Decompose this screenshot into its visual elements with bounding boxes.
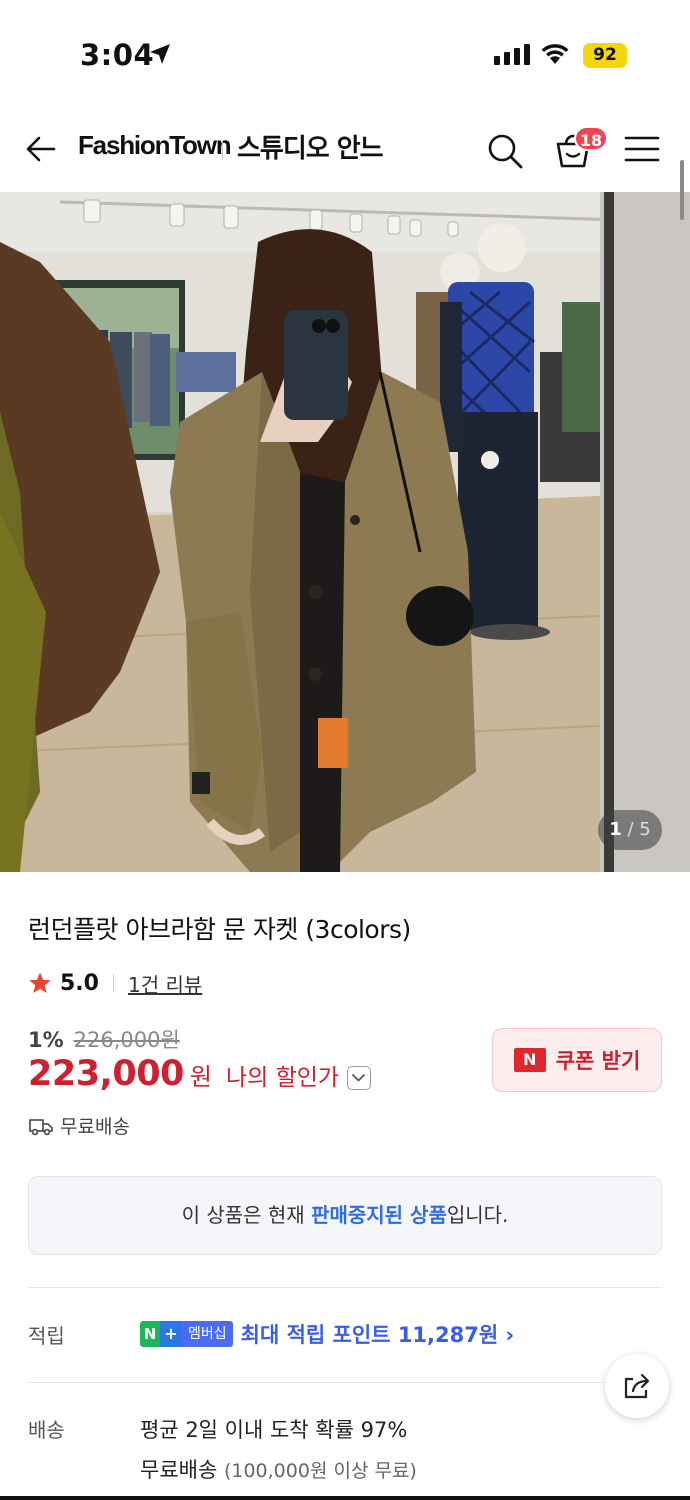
- rating-divider: [112, 974, 114, 992]
- my-discount-toggle[interactable]: [347, 1066, 372, 1090]
- sale-price: 223,000: [28, 1054, 184, 1094]
- cart-count-badge: 18: [574, 126, 608, 151]
- star-icon: [29, 972, 51, 993]
- notice-highlight: 판매중지된 상품: [311, 1203, 447, 1227]
- review-count-link[interactable]: 1건 리뷰: [128, 969, 202, 998]
- discount-line: 1% 226,000원: [28, 1024, 180, 1054]
- cellular-signal-icon: [494, 44, 530, 65]
- rating-summary: 5.0 1건 리뷰: [28, 968, 202, 998]
- max-points-text[interactable]: 최대 적립 포인트 11,287원 ›: [241, 1319, 515, 1349]
- points-info[interactable]: N + 멤버십 최대 적립 포인트 11,287원 ›: [140, 1319, 514, 1349]
- product-image-carousel[interactable]: [0, 192, 690, 872]
- back-arrow-icon[interactable]: [24, 132, 58, 166]
- image-total-count: 5: [639, 819, 651, 840]
- product-title: 런던플랏 아브라함 문 자켓 (3colors): [28, 915, 411, 944]
- original-price: 226,000원: [73, 1028, 180, 1052]
- hamburger-menu-icon[interactable]: [624, 134, 660, 164]
- wifi-icon: [541, 44, 569, 64]
- product-photo: [0, 192, 690, 872]
- top-navigation-bar: FashionTown 스튜디오 안느 18: [0, 110, 690, 192]
- page-scroll-indicator[interactable]: [680, 160, 684, 220]
- points-row-label: 적립: [28, 1324, 65, 1348]
- membership-badge: 멤버십: [182, 1321, 233, 1347]
- coupon-download-button[interactable]: N 쿠폰 받기: [492, 1028, 662, 1092]
- coupon-button-label: 쿠폰 받기: [555, 1049, 641, 1073]
- image-current-index: 1: [609, 819, 622, 840]
- shipping-text: 무료배송: [60, 1116, 130, 1138]
- currency-unit: 원: [189, 1063, 213, 1091]
- image-page-counter: 1 / 5: [598, 810, 662, 850]
- bottom-edge-line: [0, 1496, 690, 1500]
- discount-rate: 1%: [28, 1028, 64, 1052]
- plus-badge: +: [160, 1321, 182, 1347]
- price-line: 223,000 원 나의 할인가: [28, 1054, 372, 1094]
- delivery-fee-text: 무료배송: [140, 1458, 218, 1482]
- notice-prefix: 이 상품은 현재: [181, 1203, 312, 1227]
- nav-divider: [222, 140, 223, 160]
- status-time: 3:04: [80, 38, 155, 72]
- section-divider: [28, 1287, 662, 1288]
- location-arrow-icon: [150, 44, 170, 64]
- delivery-fee-info: 무료배송 (100,000원 이상 무료): [140, 1454, 417, 1484]
- status-bar: 3:04 92: [0, 0, 690, 110]
- shop-name[interactable]: 스튜디오 안느: [237, 128, 384, 165]
- section-divider: [28, 1382, 662, 1383]
- shipping-info: 무료배송: [28, 1112, 130, 1139]
- naver-n-icon: N: [513, 1048, 546, 1072]
- delivery-free-condition: (100,000원 이상 무료): [223, 1460, 417, 1482]
- search-icon[interactable]: [486, 132, 524, 170]
- my-discount-label[interactable]: 나의 할인가: [226, 1058, 339, 1092]
- sales-stopped-notice: 이 상품은 현재 판매중지된 상품입니다.: [28, 1176, 662, 1255]
- delivery-arrival-probability: 평균 2일 이내 도착 확률 97%: [140, 1418, 408, 1442]
- battery-indicator: 92: [583, 43, 627, 68]
- brand-logo[interactable]: FashionTown: [78, 130, 232, 161]
- image-counter-separator: /: [621, 819, 640, 840]
- notice-suffix: 입니다.: [446, 1203, 509, 1227]
- delivery-truck-icon: [29, 1118, 53, 1135]
- share-button[interactable]: [605, 1354, 669, 1418]
- rating-value: 5.0: [60, 970, 99, 996]
- naver-n-badge: N: [140, 1321, 160, 1347]
- chevron-down-icon: [352, 1074, 366, 1082]
- share-icon: [624, 1373, 650, 1399]
- delivery-row-label: 배송: [28, 1418, 65, 1442]
